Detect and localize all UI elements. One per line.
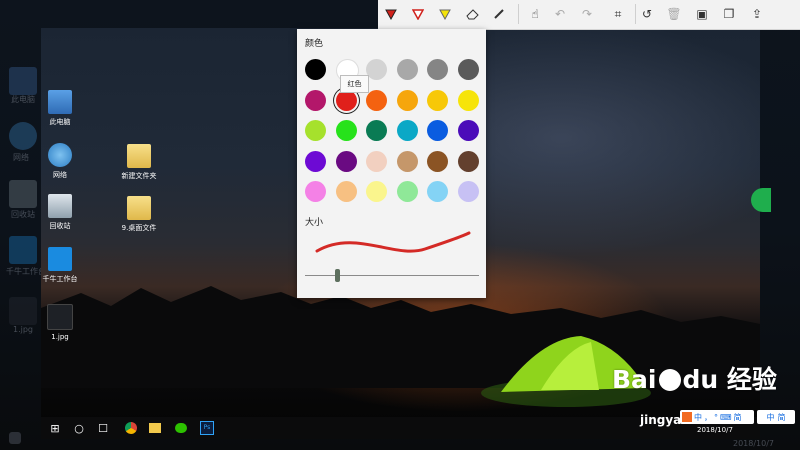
color-swatch[interactable] [396,150,418,172]
ime-toolbar-outer[interactable]: 中 简 [757,410,795,424]
color-swatch[interactable] [427,150,448,172]
crop-icon[interactable]: ⌗ [607,4,629,24]
color-swatch[interactable] [335,120,357,141]
desktop-icon-image[interactable]: 1.jpg [41,304,95,341]
outer-qianniu-icon [9,236,37,264]
side-panel-toggle[interactable] [751,188,771,212]
desktop-icon-network[interactable]: 网络 [41,143,95,180]
delete-icon[interactable]: 🗑 [663,4,685,24]
screen: 此电脑 网络 回收站 千牛工作台 1.jpg 2018/10/7 此电脑 网络 [0,0,800,450]
outer-computer-icon [9,67,37,95]
pen-red-outline-icon[interactable] [407,4,429,24]
save-icon[interactable]: ▣ [691,4,713,24]
color-section-title: 颜色 [305,39,324,49]
color-swatch[interactable] [427,181,448,202]
outer-network-icon [9,122,37,150]
eraser-icon[interactable] [461,4,483,24]
ime-logo-icon [682,412,692,422]
color-swatch[interactable] [335,150,357,172]
color-panel: 颜色 大小 [297,29,486,298]
color-swatch[interactable] [305,120,326,141]
color-swatch[interactable] [366,89,387,111]
folder-icon [127,196,151,220]
highlighter-yellow-icon[interactable] [434,4,456,24]
outer-icon-label: 1.jpg [13,325,34,334]
image-file-icon [47,304,73,330]
outer-icon-label: 回收站 [11,210,35,219]
outer-icon-label: 网络 [13,153,29,162]
computer-icon [48,90,72,114]
outer-windows-icon [9,432,21,444]
color-swatch[interactable] [396,181,418,202]
recycle-bin-icon [48,194,72,218]
desktop-icon-desktop-files[interactable]: 9.桌面文件 [104,196,174,233]
toolbar: ☝ ↶ ↷ ⌗ ↺ 🗑 ▣ ❐ ⇪ [378,0,800,30]
color-swatch[interactable] [366,150,387,172]
outer-icon-label: 此电脑 [11,95,35,104]
color-swatch[interactable] [457,150,479,172]
copy-icon[interactable]: ❐ [718,4,740,24]
color-swatch[interactable] [335,181,357,202]
color-swatch[interactable] [457,181,479,202]
color-swatch[interactable] [305,89,326,111]
color-swatch[interactable] [427,120,448,141]
color-swatch[interactable] [366,181,387,202]
size-section-title: 大小 [305,218,324,228]
color-swatch[interactable] [366,120,387,141]
desktop-icon-this-pc[interactable]: 此电脑 [41,90,95,127]
photoshop-icon[interactable]: Ps [199,420,215,436]
color-swatch[interactable] [396,120,418,141]
touch-write-icon[interactable]: ☝ [524,4,546,24]
qianniu-icon [48,247,72,271]
color-swatch[interactable] [457,89,479,111]
baidu-jingyan-watermark: Bai du 经验 [612,365,777,394]
pen-red-icon[interactable] [380,4,402,24]
color-swatch[interactable] [305,59,326,80]
outer-taskbar-date: 2018/10/7 [733,439,775,448]
color-swatch[interactable] [457,59,479,80]
share-icon[interactable]: ⇪ [746,4,768,24]
size-slider-thumb[interactable] [335,269,341,282]
task-view-icon[interactable]: ☐ [95,420,111,436]
outer-recycle-bin-icon [9,180,37,208]
color-swatch[interactable] [396,59,418,80]
desktop-icon-recycle-bin[interactable]: 回收站 [41,194,95,231]
undo-icon[interactable]: ↶ [549,4,571,24]
redo-icon[interactable]: ↷ [576,4,598,24]
taskbar-date: 2018/10/7 [697,426,733,434]
size-slider-track[interactable] [305,275,479,276]
chrome-icon[interactable] [123,420,139,436]
outer-image-file-icon [9,297,37,325]
outer-icon-label: 千牛工作台 [6,267,46,276]
color-tooltip: 红色 [340,75,369,93]
history-icon[interactable]: ↺ [636,4,658,24]
desktop-icon-qianniu[interactable]: 千牛工作台 [41,247,95,284]
color-swatch[interactable] [305,181,326,202]
desktop-icon-new-folder[interactable]: 新建文件夹 [104,144,174,181]
keyboard-icon: ⌨ [720,412,732,422]
ime-toolbar[interactable]: 中 ， ° ⌨ 简 [680,410,754,424]
file-explorer-icon[interactable] [147,420,163,436]
color-swatch[interactable] [305,150,326,172]
network-icon [48,143,72,167]
folder-icon [127,144,151,168]
cortana-icon[interactable]: ○ [71,420,87,436]
toolbar-separator [518,4,519,24]
paw-icon [658,369,681,391]
color-swatch[interactable] [396,89,418,111]
stroke-preview [315,231,471,253]
wechat-icon[interactable] [173,420,189,436]
color-swatch[interactable] [457,120,479,141]
start-icon[interactable]: ⊞ [47,420,63,436]
ruler-icon[interactable] [488,4,510,24]
color-swatch[interactable] [366,59,387,80]
color-swatch[interactable] [427,59,448,80]
color-swatch[interactable] [427,89,448,111]
